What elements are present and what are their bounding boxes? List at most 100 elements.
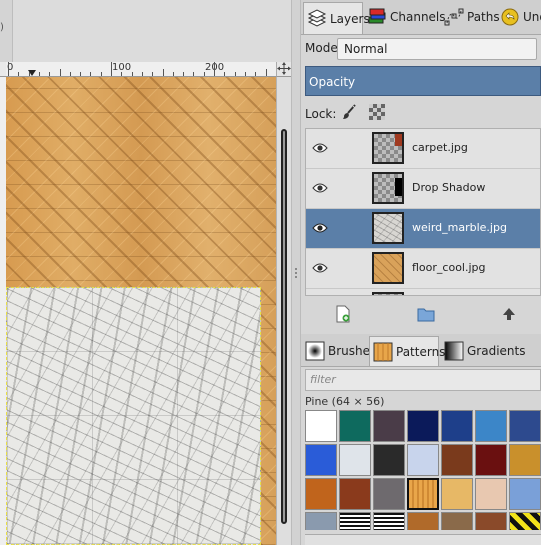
layer-name[interactable]: floor_cool.jpg [412, 261, 486, 274]
new-layer-icon[interactable] [335, 305, 351, 326]
ruler-tick [214, 62, 215, 76]
layer-thumbnail [372, 292, 404, 295]
new-layer-group-icon[interactable] [417, 306, 435, 325]
canvas-vertical-scrollbar[interactable] [276, 77, 292, 545]
pattern-swatch[interactable] [339, 410, 371, 442]
pattern-swatch[interactable] [509, 478, 541, 510]
lock-label: Lock: [305, 107, 337, 121]
tab-brushes[interactable]: Brushes [302, 336, 376, 366]
paths-icon [444, 7, 464, 27]
layer-row-drop-shadow[interactable]: Drop Shadow [306, 169, 540, 209]
layers-button-bar [305, 300, 541, 328]
ruler-tick [255, 72, 257, 76]
pattern-swatch[interactable] [305, 410, 337, 442]
visibility-eye-icon[interactable] [312, 142, 328, 154]
pattern-swatch[interactable] [407, 444, 439, 476]
ruler-tick [183, 72, 185, 76]
ruler-tick [193, 72, 195, 76]
image-canvas[interactable] [6, 77, 276, 545]
pattern-swatch[interactable] [441, 410, 473, 442]
layer-row-floor-cool[interactable]: floor_cool.jpg [306, 249, 540, 289]
horizontal-ruler[interactable]: 0 100 200 [6, 62, 276, 77]
mode-dropdown[interactable]: Normal [337, 38, 537, 60]
pattern-swatch[interactable] [305, 512, 337, 530]
pattern-swatch[interactable] [373, 512, 405, 530]
layer-thumbnail [372, 212, 404, 244]
tab-patterns[interactable]: Patterns [369, 336, 445, 366]
undo-history-icon [500, 7, 520, 27]
lock-pixels-brush-icon[interactable] [341, 104, 357, 120]
tab-label: Gradients [467, 344, 526, 358]
pattern-swatch[interactable] [339, 478, 371, 510]
pattern-swatch[interactable] [475, 478, 507, 510]
pattern-swatch[interactable] [509, 512, 541, 530]
raise-layer-icon[interactable] [501, 306, 517, 325]
pattern-swatch[interactable] [509, 444, 541, 476]
image-tab-stub[interactable]: ) [0, 0, 13, 62]
ruler-tick [69, 72, 71, 76]
ruler-tick [152, 72, 154, 76]
layer-name[interactable]: weird_marble.jpg [412, 221, 507, 234]
tab-paths[interactable]: Paths [441, 2, 500, 32]
layer-thumbnail [372, 252, 404, 284]
layer-row-weird-marble[interactable]: weird_marble.jpg [306, 209, 540, 249]
layers-icon [307, 8, 327, 29]
ruler-tick [172, 72, 174, 76]
marble-layer-render-with-selection [6, 287, 261, 545]
layer-name[interactable]: carpet.jpg [412, 141, 468, 154]
visibility-eye-icon[interactable] [312, 222, 328, 234]
patterns-icon [373, 342, 393, 362]
pattern-swatch[interactable] [373, 410, 405, 442]
scrollbar-thumb[interactable] [281, 129, 287, 524]
pattern-swatch[interactable] [339, 444, 371, 476]
tab-gradients[interactable]: Gradients [441, 336, 525, 366]
pattern-swatch[interactable] [305, 478, 337, 510]
layer-thumbnail [372, 172, 404, 204]
tab-channels[interactable]: Channels [364, 2, 446, 32]
pattern-swatch[interactable] [373, 478, 405, 510]
ruler-tick [8, 62, 9, 76]
pattern-swatch[interactable] [441, 512, 473, 530]
tab-undo-history[interactable]: Und [497, 2, 541, 32]
selected-pattern-name: Pine (64 × 56) [305, 395, 385, 408]
ruler-tick [244, 72, 246, 76]
ruler-tick [141, 72, 143, 76]
ruler-tick [162, 69, 164, 76]
ruler-tick [49, 72, 51, 76]
layer-name[interactable]: Drop Shadow [412, 181, 485, 194]
ruler-tick [18, 72, 20, 76]
visibility-eye-icon[interactable] [312, 182, 328, 194]
pattern-swatch[interactable] [475, 444, 507, 476]
pattern-swatch[interactable] [407, 478, 439, 510]
visibility-eye-icon[interactable] [312, 262, 328, 274]
pattern-swatch[interactable] [305, 444, 337, 476]
ruler-tick [100, 72, 102, 76]
dock-bottom-strip [305, 534, 541, 545]
pattern-swatch[interactable] [339, 512, 371, 530]
pattern-swatch[interactable] [373, 444, 405, 476]
pattern-swatch[interactable] [509, 410, 541, 442]
ruler-tick [38, 72, 40, 76]
dock-bottom-tabbar: Brushes Patterns Gradients [301, 334, 541, 367]
pattern-swatch[interactable] [407, 512, 439, 530]
tab-layers[interactable]: Layers [303, 2, 370, 34]
pattern-swatch[interactable] [441, 478, 473, 510]
ruler-tick [203, 72, 205, 76]
lock-alpha-checker-icon[interactable] [369, 104, 385, 120]
layer-row-partial[interactable] [306, 289, 540, 295]
ruler-tick [265, 69, 267, 76]
pattern-swatch[interactable] [407, 410, 439, 442]
ruler-tick [121, 72, 123, 76]
pattern-swatch[interactable] [441, 444, 473, 476]
tab-label: Und [523, 10, 541, 24]
navigate-icon[interactable] [276, 62, 292, 77]
dock-top-tabbar: Layers Channels Paths Und [301, 0, 541, 35]
tab-label: Patterns [396, 344, 446, 359]
pattern-filter-input[interactable]: filter [305, 369, 541, 391]
layer-row-carpet[interactable]: carpet.jpg [306, 129, 540, 169]
pattern-swatch[interactable] [475, 512, 507, 530]
opacity-slider[interactable]: Opacity [305, 66, 541, 96]
pane-divider[interactable] [291, 0, 301, 545]
pattern-swatch[interactable] [475, 410, 507, 442]
channels-icon [367, 7, 387, 27]
